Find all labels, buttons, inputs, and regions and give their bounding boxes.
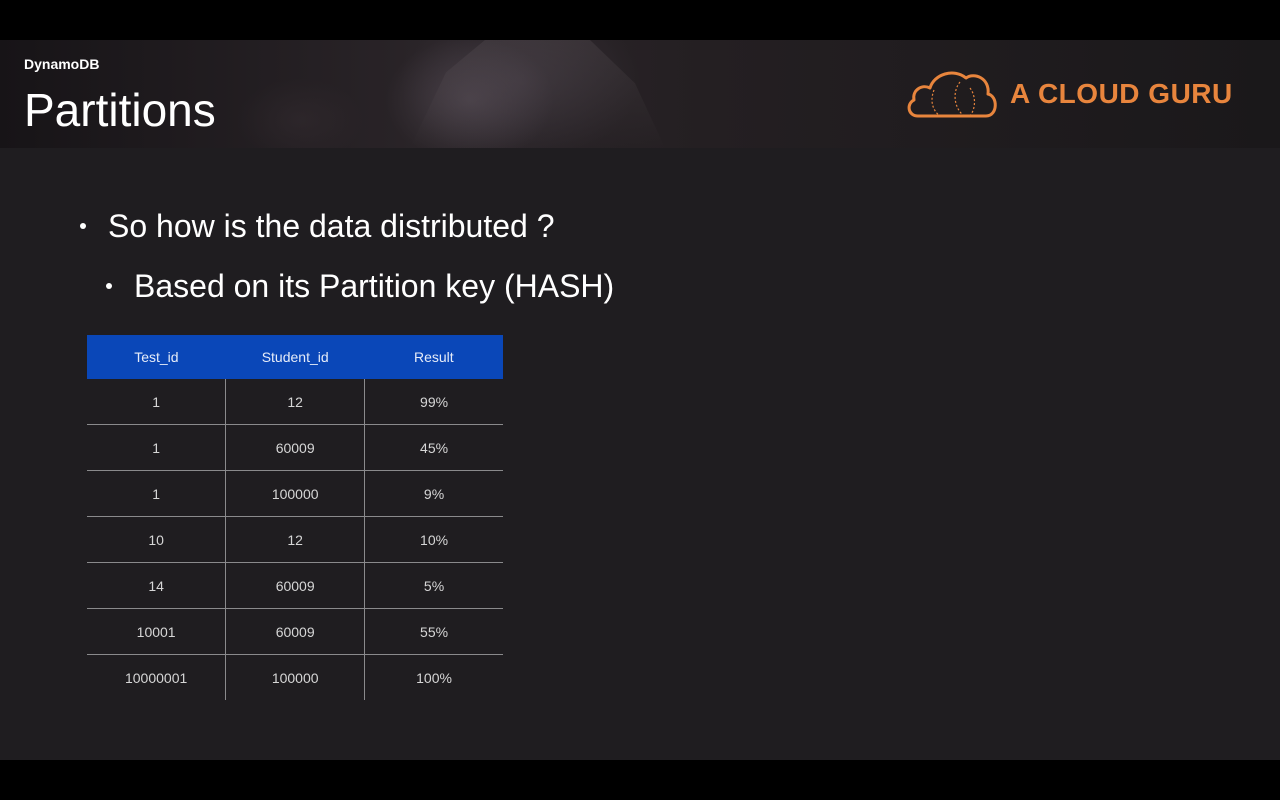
table-row: 1 100000 9%	[87, 470, 503, 517]
cloud-icon	[907, 71, 997, 118]
brand-logo-text: A CLOUD GURU	[1010, 78, 1233, 109]
header-background-photo	[410, 40, 665, 148]
table-cell: 10000001	[124, 669, 188, 686]
table-row: 1 12 99%	[87, 379, 503, 425]
table-cell: 10001	[87, 608, 226, 655]
table-cell: 14	[87, 562, 226, 609]
table-cell: 55%	[364, 608, 503, 655]
table-row: 1 60009 45%	[87, 424, 503, 471]
slide-subject: DynamoDB	[24, 56, 100, 72]
brand-logo: A CLOUD GURU	[904, 66, 1254, 122]
column-header-test-id: Test_id	[87, 335, 226, 379]
table-cell: 1	[87, 470, 226, 517]
table-cell: 9%	[364, 470, 503, 517]
sub-bullet-item: Based on its Partition key (HASH)	[106, 268, 614, 305]
bullet-dot-icon	[80, 222, 86, 229]
table-cell: 10	[87, 516, 226, 563]
results-table: Test_id Student_id Result 1 12 99% 1 600…	[87, 335, 503, 700]
bullet-item: So how is the data distributed ?	[80, 208, 555, 245]
table-cell: 99%	[364, 379, 503, 425]
table-cell: 12	[225, 516, 365, 563]
letterbox-top	[0, 0, 1280, 40]
table-cell: 10%	[364, 516, 503, 563]
slide-title: Partitions	[24, 84, 216, 136]
slide: DynamoDB Partitions A CLOUD GURU So how …	[0, 40, 1280, 760]
table-cell: 1	[87, 424, 226, 471]
table-row: 10000001 100000 100%	[87, 654, 503, 700]
table-row: 10001 60009 55%	[87, 608, 503, 655]
table-row: 14 60009 5%	[87, 562, 503, 609]
sub-bullet-text: Based on its Partition key (HASH)	[134, 268, 615, 304]
table-cell: 5%	[364, 562, 503, 609]
table-cell: 1	[87, 379, 226, 425]
table-cell: 60009	[225, 562, 365, 609]
bullet-dot-icon	[106, 282, 112, 289]
table-cell: 100%	[364, 654, 503, 700]
table-cell: 12	[225, 379, 365, 425]
bullet-text: So how is the data distributed ?	[108, 208, 555, 244]
column-header-result: Result	[364, 335, 503, 379]
table-cell: 60009	[225, 608, 365, 655]
column-header-student-id: Student_id	[225, 335, 365, 379]
header-banner: DynamoDB Partitions A CLOUD GURU	[0, 40, 1280, 148]
table-cell: 100000	[225, 470, 365, 517]
table-cell: 60009	[225, 424, 365, 471]
letterbox-bottom	[0, 760, 1280, 800]
table-header-row: Test_id Student_id Result	[87, 335, 503, 379]
table-cell: 45%	[364, 424, 503, 471]
table-row: 10 12 10%	[87, 516, 503, 563]
table-cell: 100000	[225, 654, 365, 700]
